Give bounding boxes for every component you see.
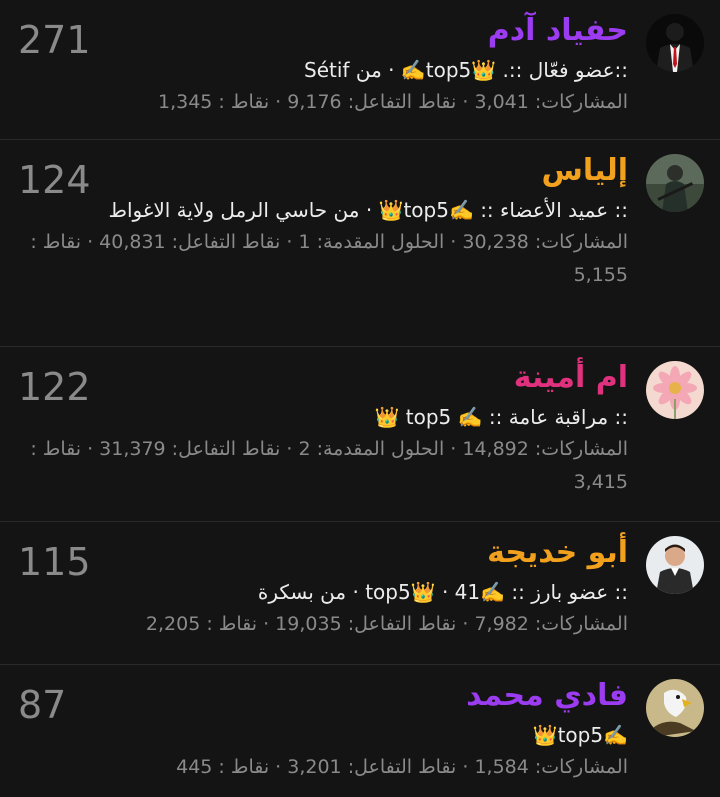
member-name[interactable]: إلياس xyxy=(18,148,628,194)
member-row[interactable]: 122 ام أمينة :: مراقبة عامة :: ✍️ top5 👑… xyxy=(0,347,720,522)
member-row[interactable]: 124 إلياس :: عميد الأعضاء :: ✍️top5👑 · م… xyxy=(0,140,720,347)
flower-avatar-icon[interactable] xyxy=(646,361,704,419)
eagle-avatar-icon[interactable] xyxy=(646,679,704,737)
member-stats: المشاركات: 7,982 · نقاط التفاعل: 19,035 … xyxy=(145,613,628,635)
member-title: ✍️top5👑 xyxy=(532,723,628,747)
member-name[interactable]: ام أمينة xyxy=(18,355,628,401)
man-avatar-icon[interactable] xyxy=(646,536,704,594)
member-stats: المشاركات: 1,584 · نقاط التفاعل: 3,201 ·… xyxy=(176,756,628,778)
member-name[interactable]: فادي محمد xyxy=(18,673,628,719)
soldier-avatar-icon[interactable] xyxy=(646,154,704,212)
suit-avatar-icon[interactable] xyxy=(646,14,704,72)
member-title: :: مراقبة عامة :: ✍️ top5 👑 xyxy=(374,405,629,429)
member-row[interactable]: 271 حفياد آدم ::عضو فعّال ::. 👑top5✍️ · … xyxy=(0,0,720,140)
member-name[interactable]: حفياد آدم xyxy=(18,8,628,54)
member-stats: المشاركات: 14,892 · الحلول المقدمة: 2 · … xyxy=(30,438,628,493)
member-stats: المشاركات: 3,041 · نقاط التفاعل: 9,176 ·… xyxy=(157,91,628,113)
member-row[interactable]: 87 فادي محمد ✍️top5👑 المشاركات: 1,584 · … xyxy=(0,665,720,797)
member-stats: المشاركات: 30,238 · الحلول المقدمة: 1 · … xyxy=(30,231,628,286)
member-title: ::عضو فعّال ::. 👑top5✍️ · من Sétif xyxy=(304,58,628,82)
member-row[interactable]: 115 أبو خديجة :: عضو بارز :: ✍️top5👑 · 4… xyxy=(0,522,720,665)
member-title: :: عضو بارز :: ✍️top5👑 · 41 · من بسكرة xyxy=(257,580,628,604)
member-list: 271 حفياد آدم ::عضو فعّال ::. 👑top5✍️ · … xyxy=(0,0,720,797)
member-title: :: عميد الأعضاء :: ✍️top5👑 · من حاسي الر… xyxy=(108,198,629,222)
member-name[interactable]: أبو خديجة xyxy=(18,530,628,576)
